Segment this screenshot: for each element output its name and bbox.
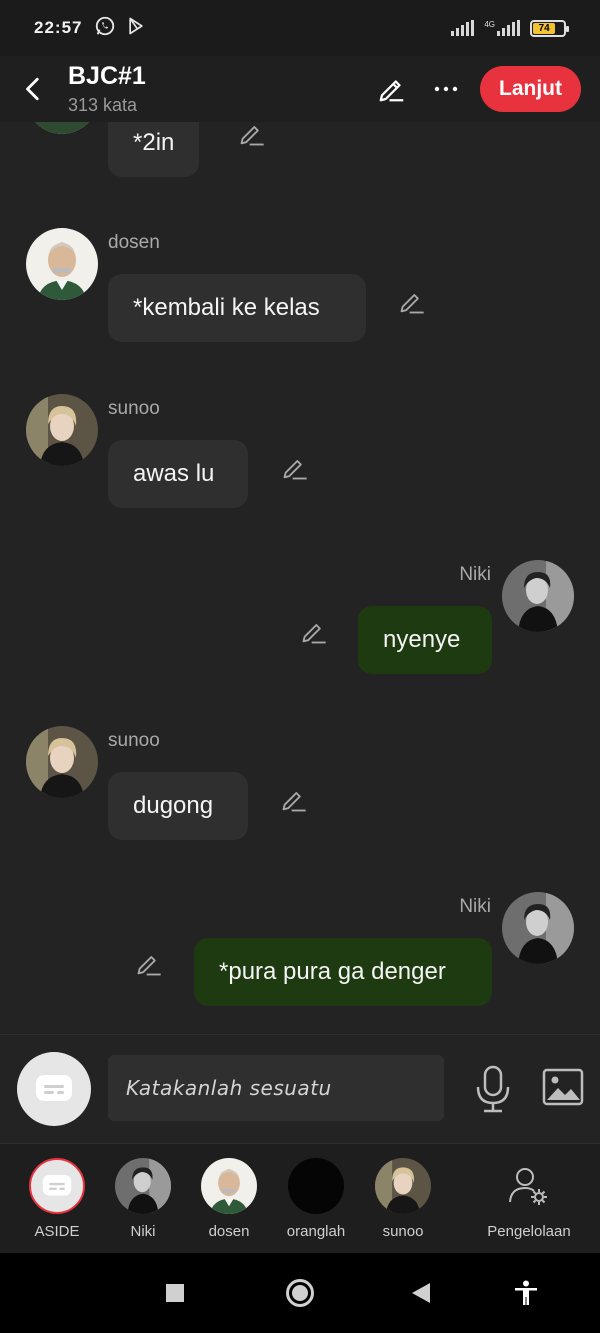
whatsapp-icon xyxy=(94,15,116,42)
message-bubble[interactable]: dugong xyxy=(108,772,248,840)
edit-message-button[interactable] xyxy=(135,950,163,978)
character-sunoo[interactable]: sunoo xyxy=(363,1158,443,1240)
avatar-sunoo[interactable] xyxy=(26,726,98,798)
more-options-button[interactable] xyxy=(426,69,466,109)
square-icon xyxy=(166,1284,184,1302)
message-bubble[interactable]: *2in xyxy=(108,122,200,177)
image-icon xyxy=(542,1068,584,1106)
signal-4g-icon: 4G xyxy=(484,20,520,36)
recents-button[interactable] xyxy=(155,1273,195,1313)
battery-level: 74 xyxy=(538,22,550,34)
character-bar: ASIDE Niki dosen oranglah sunoo Pengelol… xyxy=(0,1143,600,1253)
avatar-sunoo xyxy=(375,1158,431,1214)
message-bubble[interactable]: *kembali ke kelas xyxy=(108,274,366,342)
message-text: *kembali ke kelas xyxy=(133,294,320,321)
avatar-niki[interactable] xyxy=(502,892,574,964)
edit-title-button[interactable] xyxy=(372,69,412,109)
back-arrow-icon xyxy=(26,77,39,101)
system-nav-bar xyxy=(0,1253,600,1333)
avatar-sunoo[interactable] xyxy=(26,394,98,466)
microphone-icon xyxy=(476,1065,510,1113)
speaker-name: dosen xyxy=(108,232,160,253)
pencil-icon xyxy=(137,956,161,976)
signal-icon xyxy=(451,20,475,36)
back-button[interactable] xyxy=(0,56,68,122)
character-dosen[interactable]: dosen xyxy=(189,1158,269,1240)
manage-characters-button[interactable]: Pengelolaan xyxy=(484,1158,574,1240)
edit-message-button[interactable] xyxy=(238,122,266,148)
avatar-niki[interactable] xyxy=(502,560,574,632)
aside-bubble-icon xyxy=(36,1075,72,1101)
message-text: dugong xyxy=(133,792,214,819)
avatar xyxy=(26,122,98,134)
speaker-name: sunoo xyxy=(108,398,160,419)
pencil-icon xyxy=(282,792,306,812)
message-bubble[interactable]: awas lu xyxy=(108,440,248,508)
speaker-name: Niki xyxy=(459,564,491,585)
aside-toggle-button[interactable] xyxy=(17,1052,91,1126)
manage-icon-wrap xyxy=(501,1158,557,1214)
pencil-icon xyxy=(379,80,404,102)
message-text: awas lu xyxy=(133,460,215,487)
character-oranglah[interactable]: oranglah xyxy=(276,1158,356,1240)
speaker-name: sunoo xyxy=(108,730,160,751)
avatar-dosen[interactable] xyxy=(26,228,98,300)
character-label: sunoo xyxy=(382,1223,424,1240)
message-bubble[interactable]: *pura pura ga denger xyxy=(194,938,492,1006)
character-label: Niki xyxy=(130,1223,156,1240)
avatar-niki xyxy=(115,1158,171,1214)
character-label: Pengelolaan xyxy=(487,1223,571,1240)
chat-header: BJC#1 313 kata Lanjut xyxy=(0,56,600,122)
accessibility-button[interactable] xyxy=(506,1273,546,1313)
pencil-icon xyxy=(302,624,326,644)
edit-message-button[interactable] xyxy=(398,288,426,316)
triangle-back-icon xyxy=(412,1283,430,1303)
character-label: dosen xyxy=(208,1223,250,1240)
edit-message-button[interactable] xyxy=(281,454,309,482)
chat-area[interactable]: *2in dosen *kembali ke kelas sunoo awas … xyxy=(0,122,600,1034)
character-label: oranglah xyxy=(286,1223,346,1240)
story-title: BJC#1 xyxy=(68,62,146,90)
word-count: 313 kata xyxy=(68,95,138,115)
message-text: *2in xyxy=(133,129,175,156)
message-composer xyxy=(0,1035,600,1143)
character-niki[interactable]: Niki xyxy=(103,1158,183,1240)
network-label: 4G xyxy=(484,20,495,29)
message-text: nyenye xyxy=(383,626,461,653)
pencil-icon xyxy=(283,460,307,480)
character-aside[interactable]: ASIDE xyxy=(17,1158,97,1240)
message-bubble[interactable]: nyenye xyxy=(358,606,492,674)
character-label: ASIDE xyxy=(34,1223,80,1240)
home-button[interactable] xyxy=(280,1273,320,1313)
status-bar: 22:57 4G 74 xyxy=(0,0,600,56)
message-text: *pura pura ga denger xyxy=(219,958,446,985)
accessibility-icon xyxy=(515,1280,537,1305)
avatar-dosen xyxy=(201,1158,257,1214)
voice-input-button[interactable] xyxy=(474,1065,512,1113)
message-input[interactable] xyxy=(108,1055,444,1121)
battery-icon: 74 xyxy=(530,19,569,37)
back-nav-button[interactable] xyxy=(401,1273,441,1313)
status-time: 22:57 xyxy=(34,18,83,37)
pencil-icon xyxy=(400,294,424,314)
continue-button[interactable]: Lanjut xyxy=(480,66,581,112)
play-store-icon xyxy=(126,16,146,41)
edit-message-button[interactable] xyxy=(300,618,328,646)
attach-image-button[interactable] xyxy=(542,1068,584,1106)
more-dots-icon xyxy=(434,86,458,92)
edit-message-button[interactable] xyxy=(280,786,308,814)
speaker-name: Niki xyxy=(459,896,491,917)
aside-bubble-icon xyxy=(42,1174,72,1196)
avatar-oranglah xyxy=(288,1158,344,1214)
user-settings-icon xyxy=(509,1168,547,1205)
aside-avatar xyxy=(29,1158,85,1214)
pencil-icon xyxy=(240,126,264,146)
circle-icon xyxy=(286,1279,314,1307)
